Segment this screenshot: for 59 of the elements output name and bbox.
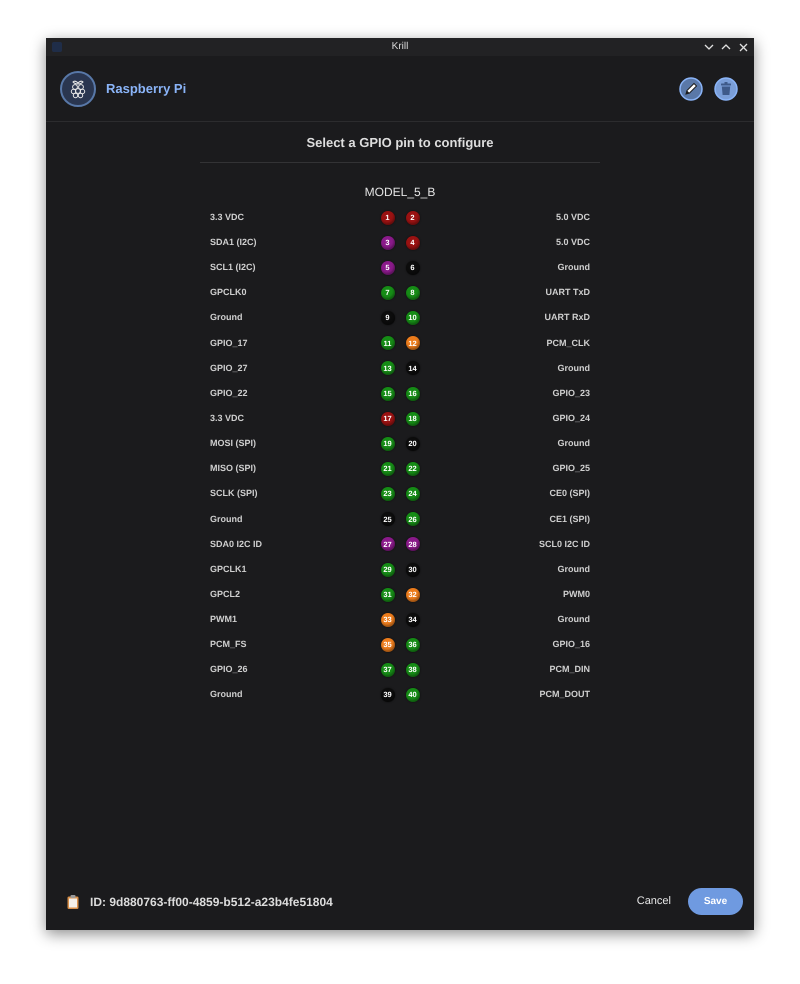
instruction-text: Select a GPIO pin to configure [306, 135, 494, 151]
chevron-up-icon [721, 42, 731, 52]
id-text: ID: 9d880763-ff00-4859-b512-a23b4fe51804 [90, 894, 333, 910]
pin-label: MISO (SPI) [210, 462, 256, 476]
cancel-button[interactable]: Cancel [632, 889, 675, 914]
pin-label: GPIO_24 [552, 412, 590, 425]
app-icon [52, 42, 62, 52]
pin-label: Ground [558, 362, 590, 375]
pin-label: GPIO_25 [552, 462, 590, 476]
trash-icon [714, 76, 738, 100]
clipboard-icon [67, 894, 79, 908]
pin-label: UART RxD [544, 311, 590, 324]
pin-label: CE1 (SPI) [549, 512, 590, 526]
pin-label: SCLK (SPI) [210, 487, 258, 500]
pin-label: PCM_CLK [546, 336, 590, 350]
pin-label: 3.3 VDC [210, 210, 244, 224]
raspberry-logo-icon [60, 70, 96, 106]
pin-label: PWM0 [563, 588, 590, 601]
pin-label: GPIO_23 [552, 386, 590, 400]
pin-label: GPIO_22 [210, 386, 248, 400]
pin-label: UART TxD [546, 286, 590, 300]
pin-label: GPCLK0 [210, 286, 247, 300]
pin-label: PCM_DOUT [539, 688, 590, 702]
pin-label: SCL1 (I2C) [210, 261, 256, 274]
close-icon [738, 42, 748, 52]
pin-label: Ground [210, 311, 242, 324]
edit-button[interactable] [679, 76, 703, 100]
pin-label: GPIO_16 [552, 638, 590, 652]
pin-label: PCM_FS [210, 638, 247, 652]
close-button[interactable] [738, 42, 748, 52]
pin-label: GPCLK1 [210, 562, 247, 576]
pin-label: Ground [210, 512, 242, 526]
pin-label: GPIO_26 [210, 663, 248, 676]
pin-label: 5.0 VDC [556, 236, 590, 249]
pencil-icon [679, 76, 703, 100]
pin-label: 3.3 VDC [210, 412, 244, 425]
pin-label: PWM1 [210, 613, 237, 626]
pin-label: Ground [210, 688, 242, 702]
board-model: MODEL_5_B [364, 185, 436, 200]
pin-label: Ground [558, 437, 590, 450]
pin-label: GPIO_17 [210, 336, 248, 350]
pin-label: 5.0 VDC [556, 210, 590, 224]
pin-label: GPIO_27 [210, 362, 248, 375]
pin-label: SDA0 I2C ID [210, 538, 262, 551]
pin-label: Ground [558, 613, 590, 626]
chevron-down-icon [704, 42, 714, 52]
pin-label: SCL0 I2C ID [538, 538, 590, 551]
pin-label: Ground [558, 261, 590, 274]
device-name: Raspberry Pi [106, 80, 186, 98]
minimize-button[interactable] [704, 42, 714, 52]
pin-label: GPCL2 [210, 588, 240, 601]
maximize-button[interactable] [721, 42, 731, 52]
pin-label: CE0 (SPI) [549, 487, 590, 500]
pin-label: Ground [558, 562, 590, 576]
window-title: Krill [392, 42, 408, 52]
pin-label: SDA1 (I2C) [210, 236, 257, 249]
pin-label: PCM_DIN [549, 663, 590, 676]
pin-label: MOSI (SPI) [210, 437, 256, 450]
delete-button[interactable] [714, 76, 738, 100]
